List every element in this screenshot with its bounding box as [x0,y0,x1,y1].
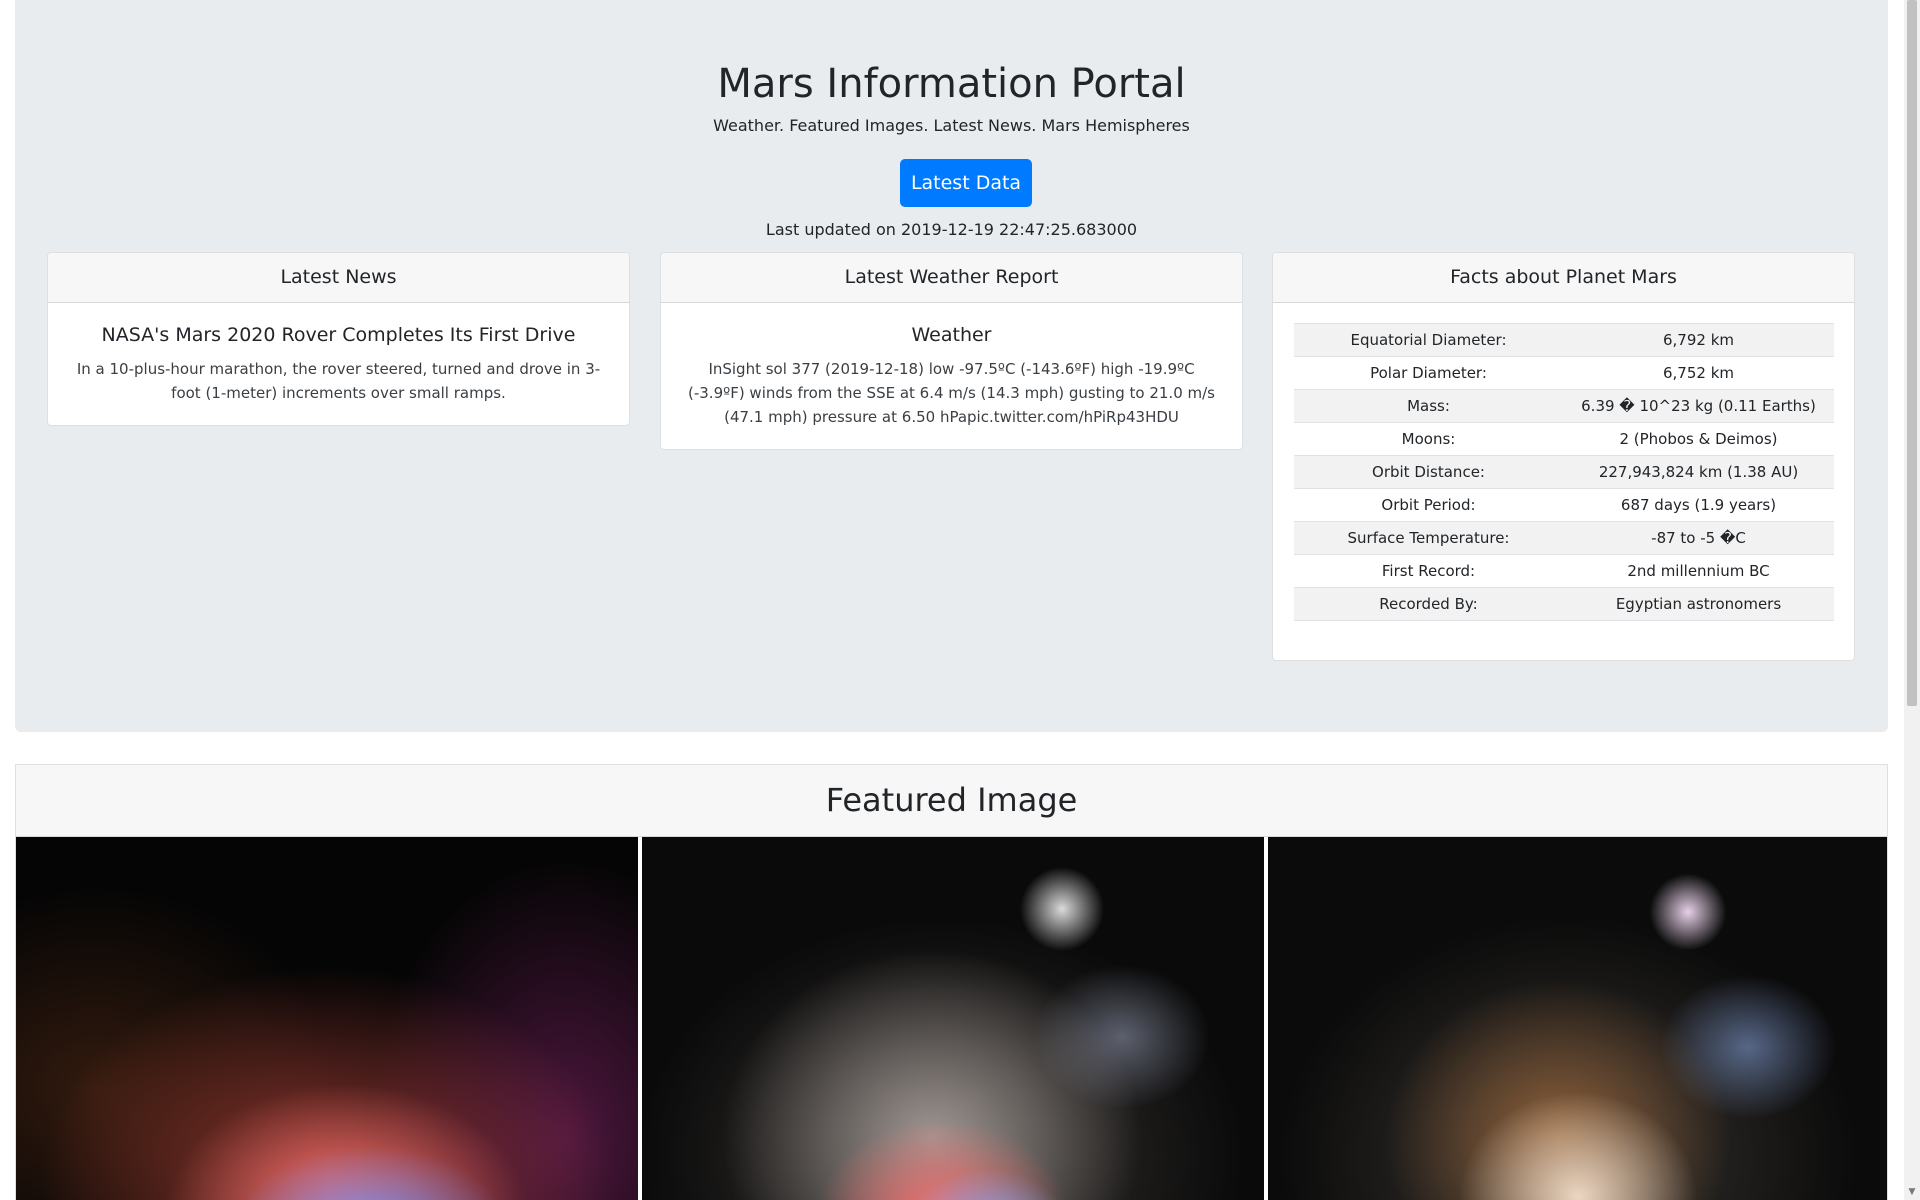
latest-news-body: NASA's Mars 2020 Rover Completes Its Fir… [48,303,629,425]
vertical-scrollbar[interactable]: ▼ [1904,0,1920,1200]
page-title: Mars Information Portal [717,61,1186,107]
mars-facts-header: Facts about Planet Mars [1273,253,1854,303]
table-row: Polar Diameter: 6,752 km [1293,356,1834,390]
weather-header: Latest Weather Report [661,253,1242,303]
jumbotron: Mars Information Portal Weather. Feature… [15,0,1888,732]
fact-value: 227,943,824 km (1.38 AU) [1563,455,1834,489]
scrollbar-thumb[interactable] [1907,0,1917,706]
fact-value: Egyptian astronomers [1563,587,1834,621]
featured-image-row [16,837,1887,1200]
fact-label: Recorded By: [1293,587,1564,621]
weather-title: Weather [911,324,992,346]
table-row: Recorded By: Egyptian astronomers [1293,587,1834,621]
fact-label: First Record: [1293,554,1564,588]
last-updated-text: Last updated on 2019-12-19 22:47:25.6830… [765,220,1138,239]
fact-value: 687 days (1.9 years) [1563,488,1834,522]
table-row: Equatorial Diameter: 6,792 km [1293,323,1834,357]
weather-text: InSight sol 377 (2019-12-18) low -97.5ºC… [688,360,1215,426]
featured-image-xray[interactable] [16,837,638,1200]
latest-news-header: Latest News [48,253,629,303]
scroll-down-arrow-icon[interactable]: ▼ [1904,1184,1920,1200]
fact-value: 6,792 km [1563,323,1834,357]
fact-label: Orbit Period: [1293,488,1564,522]
table-row: Moons: 2 (Phobos & Deimos) [1293,422,1834,456]
fact-value: 2nd millennium BC [1563,554,1834,588]
fact-label: Orbit Distance: [1293,455,1564,489]
fact-value: 6,752 km [1563,356,1834,390]
latest-data-button[interactable]: Latest Data [900,159,1032,207]
page-subtitle: Weather. Featured Images. Latest News. M… [713,116,1190,135]
mars-facts-table: Equatorial Diameter: 6,792 km Polar Diame… [1293,323,1834,621]
featured-image-optical[interactable] [1268,837,1887,1200]
table-row: Mass: 6.39 � 10^23 kg (0.11 Earths) [1293,389,1834,423]
mars-facts-card: Facts about Planet Mars Equatorial Diame… [1272,252,1855,661]
table-row: Orbit Distance: 227,943,824 km (1.38 AU) [1293,455,1834,489]
weather-card: Latest Weather Report Weather InSight so… [660,252,1243,450]
fact-value: -87 to -5 �C [1563,521,1834,555]
table-row: Surface Temperature: -87 to -5 �C [1293,521,1834,555]
table-row: First Record: 2nd millennium BC [1293,554,1834,588]
news-title: NASA's Mars 2020 Rover Completes Its Fir… [101,324,576,346]
fact-label: Surface Temperature: [1293,521,1564,555]
fact-label: Moons: [1293,422,1564,456]
latest-news-card: Latest News NASA's Mars 2020 Rover Compl… [47,252,630,426]
featured-image-section: Featured Image [15,764,1888,1200]
page: Mars Information Portal Weather. Feature… [0,0,1904,1200]
weather-body: Weather InSight sol 377 (2019-12-18) low… [661,303,1242,449]
fact-value: 6.39 � 10^23 kg (0.11 Earths) [1563,389,1834,423]
featured-image-header: Featured Image [16,765,1887,837]
fact-label: Equatorial Diameter: [1293,323,1564,357]
fact-label: Polar Diameter: [1293,356,1564,390]
table-row: Orbit Period: 687 days (1.9 years) [1293,488,1834,522]
news-paragraph: In a 10-plus-hour marathon, the rover st… [76,360,601,402]
fact-label: Mass: [1293,389,1564,423]
fact-value: 2 (Phobos & Deimos) [1563,422,1834,456]
featured-image-composite[interactable] [642,837,1264,1200]
